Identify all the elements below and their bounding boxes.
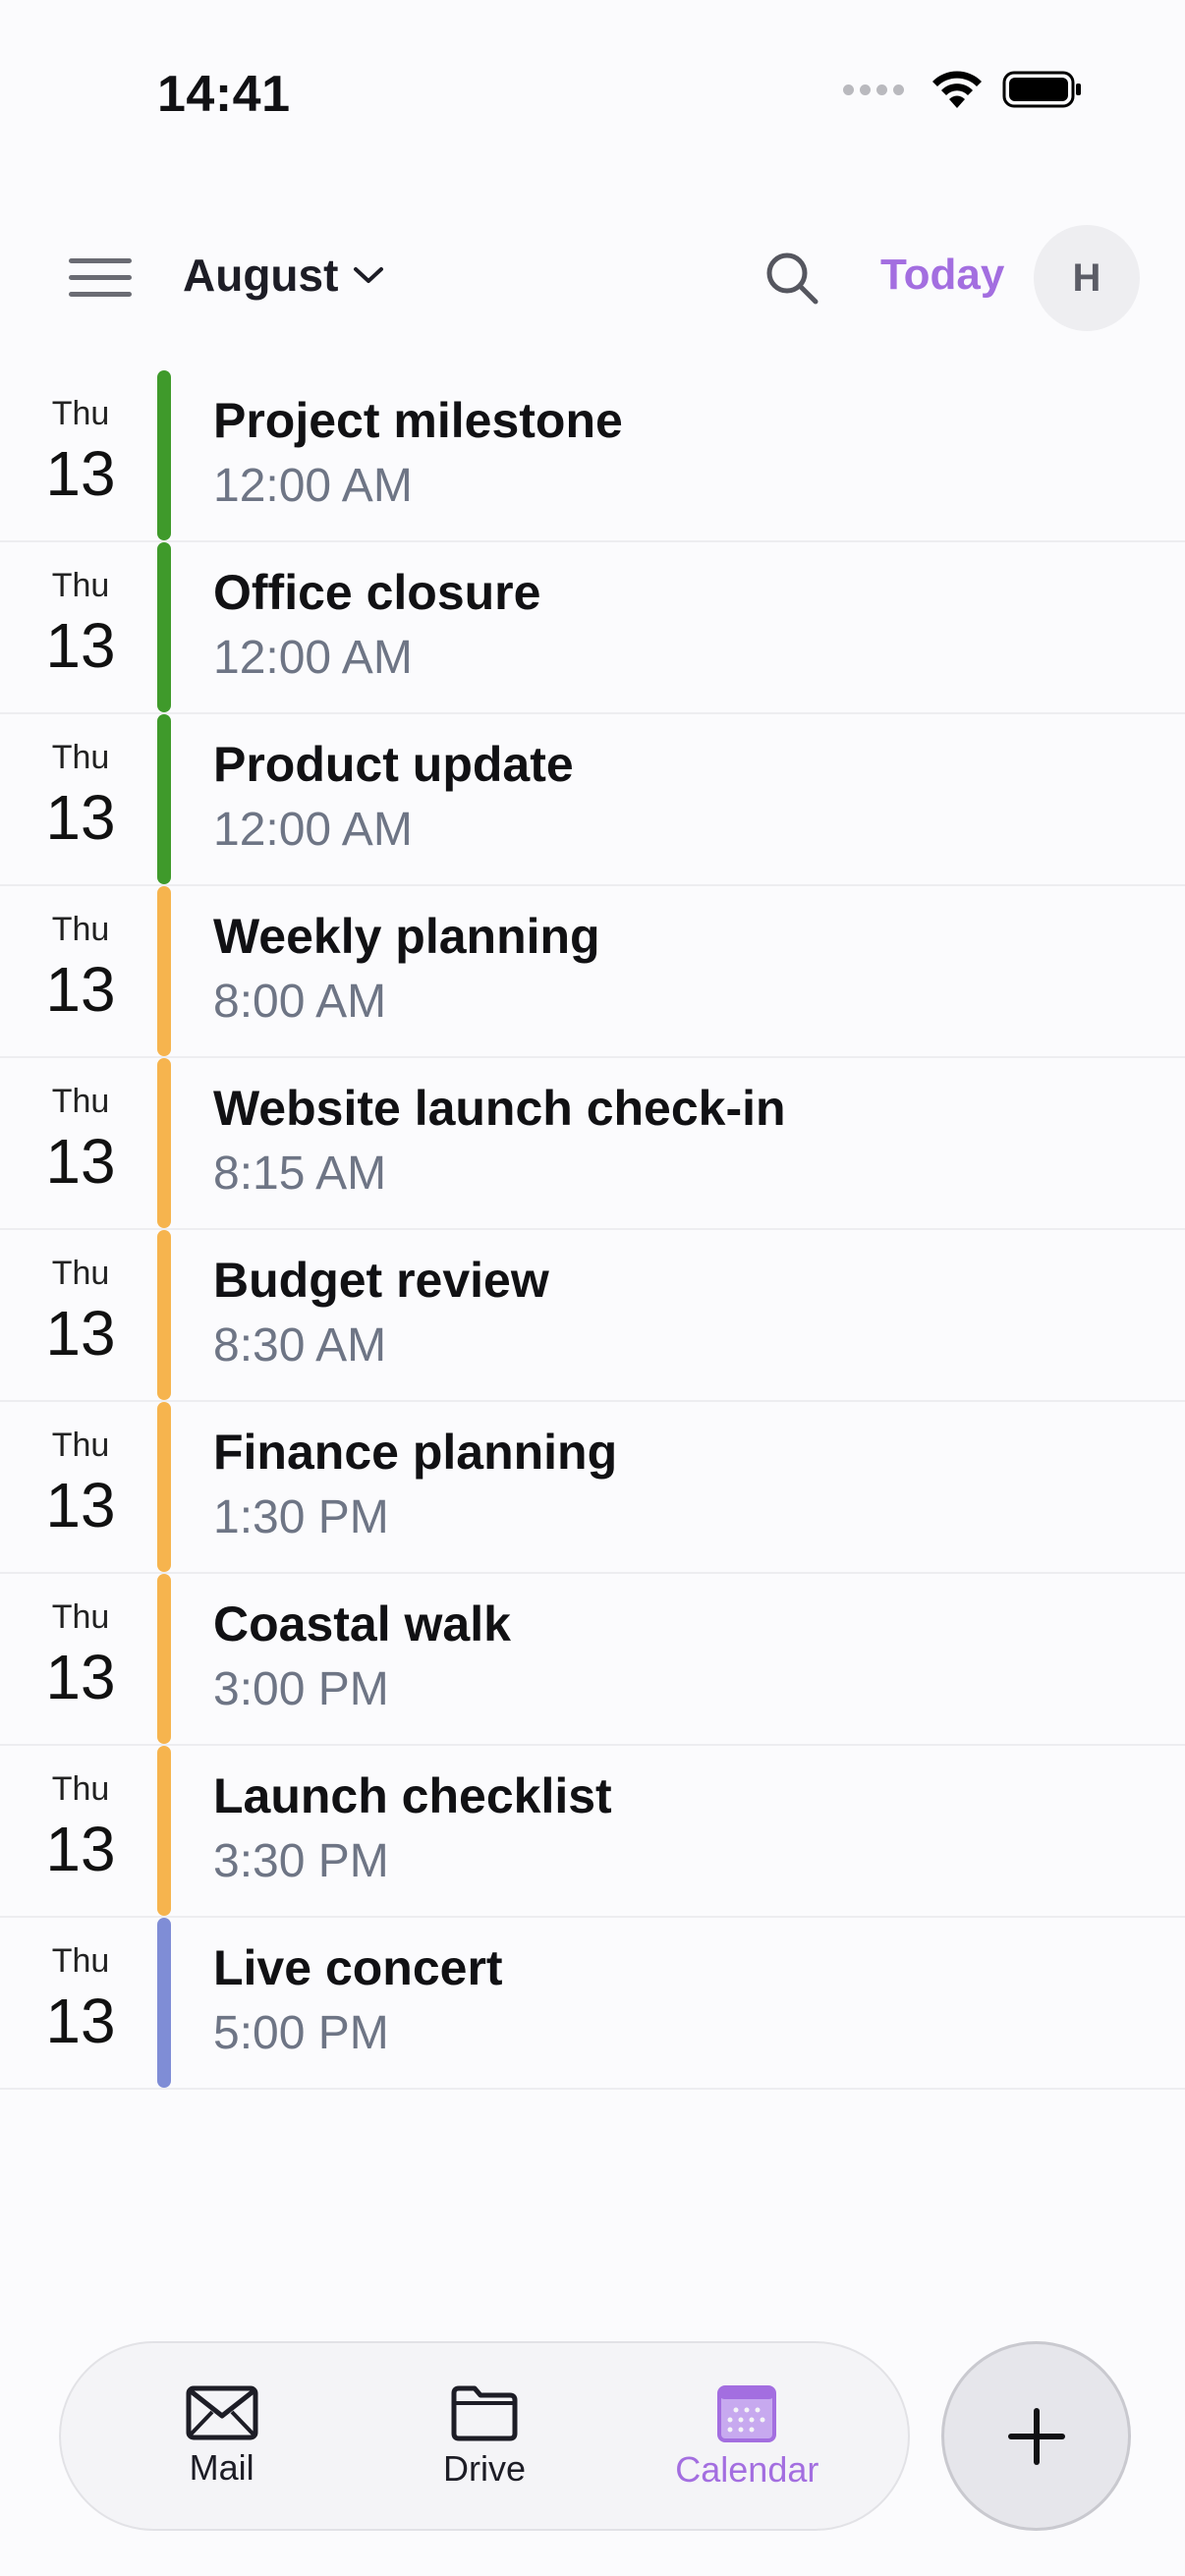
event-title: Finance planning xyxy=(213,1425,618,1480)
event-date: Thu 13 xyxy=(20,394,141,510)
event-weekday: Thu xyxy=(51,1427,110,1464)
add-event-button[interactable] xyxy=(941,2341,1131,2531)
event-date: Thu 13 xyxy=(20,1941,141,2057)
event-time: 12:00 AM xyxy=(213,460,413,512)
event-day-number: 13 xyxy=(45,1126,116,1197)
calendar-color-bar xyxy=(157,370,171,540)
event-row[interactable]: Thu 13 Live concert 5:00 PM xyxy=(0,1918,1185,2090)
tab-mail[interactable]: Mail xyxy=(114,2384,330,2489)
calendar-color-bar xyxy=(157,542,171,712)
event-title: Launch checklist xyxy=(213,1768,612,1823)
event-time: 12:00 AM xyxy=(213,804,413,856)
event-row[interactable]: Thu 13 Launch checklist 3:30 PM xyxy=(0,1746,1185,1918)
event-weekday: Thu xyxy=(51,395,110,432)
month-selector[interactable]: August xyxy=(183,249,385,302)
mail-icon xyxy=(186,2385,258,2439)
chevron-down-icon xyxy=(354,267,384,283)
status-time: 14:41 xyxy=(157,66,291,123)
event-time: 12:00 AM xyxy=(213,632,413,684)
calendar-color-bar xyxy=(157,1230,171,1400)
tab-drive-label: Drive xyxy=(442,2447,526,2489)
event-time: 8:15 AM xyxy=(213,1148,387,1200)
event-date: Thu 13 xyxy=(20,910,141,1026)
event-row[interactable]: Thu 13 Finance planning 1:30 PM xyxy=(0,1402,1185,1574)
event-time: 1:30 PM xyxy=(213,1491,389,1543)
search-icon[interactable] xyxy=(762,249,821,308)
calendar-color-bar xyxy=(157,1058,171,1228)
event-weekday: Thu xyxy=(51,1598,110,1636)
calendar-color-bar xyxy=(157,714,171,884)
event-day-number: 13 xyxy=(45,610,116,681)
event-weekday: Thu xyxy=(51,1255,110,1292)
event-title: Budget review xyxy=(213,1253,549,1308)
event-list: Thu 13 Project milestone 12:00 AM Thu 13… xyxy=(0,370,1185,2090)
event-title: Website launch check-in xyxy=(213,1081,786,1136)
event-day-number: 13 xyxy=(45,438,116,509)
event-date: Thu 13 xyxy=(20,738,141,854)
calendar-color-bar xyxy=(157,1402,171,1572)
bottom-tab-bar: Mail Drive Calendar xyxy=(59,2341,910,2531)
calendar-color-bar xyxy=(157,1574,171,1744)
event-date: Thu 13 xyxy=(20,1769,141,1885)
event-title: Coastal walk xyxy=(213,1596,511,1652)
event-day-number: 13 xyxy=(45,1298,116,1369)
event-row[interactable]: Thu 13 Project milestone 12:00 AM xyxy=(0,370,1185,542)
event-weekday: Thu xyxy=(51,1770,110,1808)
event-title: Weekly planning xyxy=(213,909,600,964)
event-row[interactable]: Thu 13 Product update 12:00 AM xyxy=(0,714,1185,886)
event-time: 3:30 PM xyxy=(213,1835,389,1887)
month-label: August xyxy=(183,250,339,301)
event-day-number: 13 xyxy=(45,1470,116,1540)
calendar-color-bar xyxy=(157,1746,171,1916)
calendar-icon xyxy=(717,2384,777,2442)
event-row[interactable]: Thu 13 Budget review 8:30 AM xyxy=(0,1230,1185,1402)
event-day-number: 13 xyxy=(45,1986,116,2056)
event-time: 3:00 PM xyxy=(213,1663,389,1715)
today-button[interactable]: Today xyxy=(880,251,1004,300)
event-row[interactable]: Thu 13 Weekly planning 8:00 AM xyxy=(0,886,1185,1058)
event-day-number: 13 xyxy=(45,1642,116,1712)
cellular-signal-icon xyxy=(843,84,904,95)
event-day-number: 13 xyxy=(45,954,116,1025)
event-weekday: Thu xyxy=(51,911,110,948)
menu-icon[interactable] xyxy=(69,258,132,298)
event-time: 8:30 AM xyxy=(213,1319,387,1372)
event-date: Thu 13 xyxy=(20,1254,141,1370)
event-date: Thu 13 xyxy=(20,1426,141,1541)
wifi-icon xyxy=(932,71,982,108)
event-title: Live concert xyxy=(213,1940,503,1995)
calendar-color-bar xyxy=(157,886,171,1056)
plus-icon xyxy=(1007,2407,1065,2465)
event-weekday: Thu xyxy=(51,1942,110,1980)
event-weekday: Thu xyxy=(51,739,110,776)
folder-icon xyxy=(451,2385,518,2440)
event-weekday: Thu xyxy=(51,567,110,604)
event-day-number: 13 xyxy=(45,782,116,853)
status-icons xyxy=(843,69,1083,110)
tab-calendar[interactable]: Calendar xyxy=(639,2382,855,2491)
event-row[interactable]: Thu 13 Coastal walk 3:00 PM xyxy=(0,1574,1185,1746)
event-time: 5:00 PM xyxy=(213,2007,389,2059)
tab-mail-label: Mail xyxy=(189,2446,254,2488)
tab-calendar-label: Calendar xyxy=(675,2448,819,2490)
calendar-header: August Today H xyxy=(0,221,1185,335)
battery-icon xyxy=(1002,71,1081,108)
event-title: Office closure xyxy=(213,565,541,620)
event-row[interactable]: Thu 13 Website launch check-in 8:15 AM xyxy=(0,1058,1185,1230)
event-date: Thu 13 xyxy=(20,1597,141,1713)
event-weekday: Thu xyxy=(51,1083,110,1120)
avatar[interactable]: H xyxy=(1034,225,1140,331)
calendar-screen: 14:41 August Today H Thu 13 Project mile… xyxy=(0,0,1185,2576)
event-time: 8:00 AM xyxy=(213,976,387,1028)
event-title: Project milestone xyxy=(213,393,623,448)
calendar-color-bar xyxy=(157,1918,171,2088)
event-day-number: 13 xyxy=(45,1814,116,1884)
event-date: Thu 13 xyxy=(20,566,141,682)
event-title: Product update xyxy=(213,737,574,792)
event-date: Thu 13 xyxy=(20,1082,141,1198)
event-row[interactable]: Thu 13 Office closure 12:00 AM xyxy=(0,542,1185,714)
tab-drive[interactable]: Drive xyxy=(376,2383,592,2490)
